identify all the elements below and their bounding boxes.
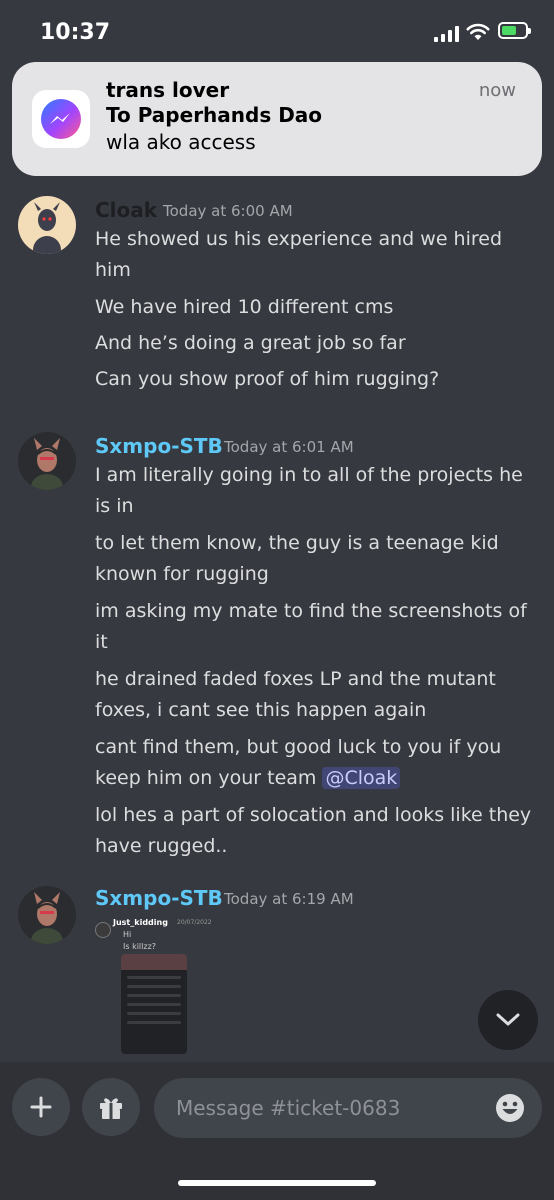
username[interactable]: Sxmpo-STB [95, 434, 223, 458]
home-indicator[interactable] [178, 1180, 376, 1186]
attachment-username: Just_kidding [113, 918, 168, 927]
attachment-line: Hi [123, 930, 132, 939]
message-list[interactable]: Cloak Today at 6:00 AM He showed us his … [0, 180, 554, 1060]
gift-icon [100, 1098, 122, 1119]
add-attachment-button[interactable] [12, 1078, 70, 1136]
user-mention[interactable]: @Cloak [322, 767, 401, 789]
wifi-icon [466, 23, 490, 40]
plus-icon [30, 1096, 52, 1118]
message-line: lol hes a part of solocation and looks l… [95, 804, 532, 857]
status-time: 10:37 [40, 20, 111, 45]
notification-banner[interactable]: trans lover To Paperhands Dao wla ako ac… [12, 62, 542, 176]
message-line: He showed us his experience and we hired… [95, 228, 503, 281]
notification-title: trans lover [106, 78, 230, 102]
status-bar: 10:37 [0, 0, 554, 64]
notification-body: wla ako access [106, 130, 256, 154]
battery-icon [498, 22, 531, 39]
gift-button[interactable] [82, 1078, 140, 1136]
attachment-thumbnail [121, 954, 187, 1054]
screenshot-attachment[interactable]: Just_kidding 20/07/2022 Hi Is killzz? [95, 918, 212, 1058]
message-line: And he’s doing a great job so far [95, 332, 406, 354]
message-group: Cloak Today at 6:00 AM He showed us his … [0, 180, 554, 400]
notification-subtitle: To Paperhands Dao [106, 103, 323, 127]
message-line: I am literally going in to all of the pr… [95, 464, 523, 517]
message-group: Sxmpo-STB Today at 6:01 AM I am literall… [0, 416, 554, 876]
message-line: to let them know, the guy is a teenage k… [95, 532, 499, 585]
timestamp: Today at 6:00 AM [163, 202, 293, 220]
message-group: Sxmpo-STB Today at 6:19 AM Just_kidding … [0, 870, 554, 1060]
scroll-to-bottom-button[interactable] [478, 990, 538, 1050]
message-line: We have hired 10 different cms [95, 296, 394, 318]
message-input[interactable] [154, 1078, 542, 1138]
message-line: he drained faded foxes LP and the mutant… [95, 668, 496, 721]
messenger-icon [32, 90, 90, 148]
message-text: cant find them, but good luck to you if … [95, 736, 502, 789]
notification-time: now [478, 80, 516, 101]
attachment-date: 20/07/2022 [177, 919, 212, 926]
message-line: Can you show proof of him rugging? [95, 368, 440, 390]
emoji-icon[interactable] [494, 1092, 526, 1124]
timestamp: Today at 6:19 AM [224, 890, 354, 908]
username[interactable]: Cloak [95, 198, 157, 222]
message-line: im asking my mate to find the screenshot… [95, 600, 527, 653]
avatar[interactable] [18, 886, 76, 944]
message-line: cant find them, but good luck to you if … [95, 732, 535, 794]
chevron-down-icon [496, 1013, 520, 1026]
message-composer [0, 1062, 554, 1200]
avatar [95, 922, 111, 938]
attachment-line: Is killzz? [123, 942, 157, 951]
avatar[interactable] [18, 196, 76, 254]
signal-icon [434, 26, 459, 42]
username[interactable]: Sxmpo-STB [95, 886, 223, 910]
timestamp: Today at 6:01 AM [224, 438, 354, 456]
avatar[interactable] [18, 432, 76, 490]
